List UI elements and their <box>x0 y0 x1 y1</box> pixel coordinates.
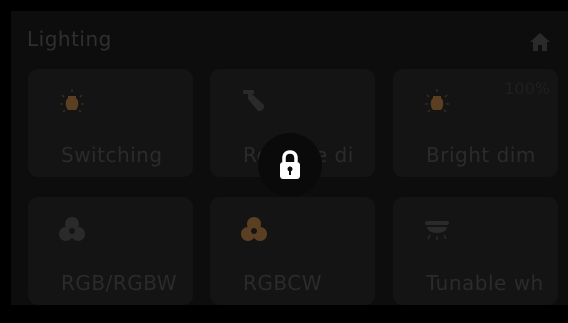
rgb-color-icon <box>240 215 268 243</box>
light-bulb-icon <box>423 87 451 115</box>
tile-label: RGB/RGBW <box>61 271 178 295</box>
rgb-color-icon <box>58 215 86 243</box>
tile-label: RGBCW <box>243 271 323 295</box>
page-title: Lighting <box>27 27 112 51</box>
tile-bright-dim[interactable]: 100% Bright dim <box>393 69 558 177</box>
lock-button[interactable] <box>258 133 322 197</box>
tile-label: Bright dim <box>426 143 536 167</box>
spotlight-icon <box>240 87 268 115</box>
tile-label: Switching <box>61 143 163 167</box>
light-bulb-icon <box>58 87 86 115</box>
home-icon[interactable] <box>528 30 552 54</box>
tile-tunable-white[interactable]: Tunable wh <box>393 197 558 305</box>
ceiling-light-icon <box>423 215 451 243</box>
tile-rgbcw[interactable]: RGBCW <box>210 197 375 305</box>
bottom-edge <box>0 305 568 323</box>
lock-icon <box>280 150 300 179</box>
tile-switching[interactable]: Switching <box>28 69 193 177</box>
brightness-value: 100% <box>504 79 550 98</box>
tile-label: Tunable wh <box>426 271 544 295</box>
tile-rgb-rgbw[interactable]: RGB/RGBW <box>28 197 193 305</box>
